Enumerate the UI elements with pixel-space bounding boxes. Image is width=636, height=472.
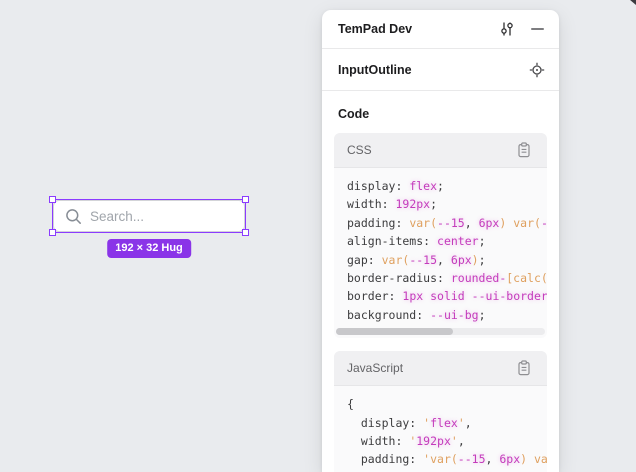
js-card-label: JavaScript — [347, 361, 514, 375]
css-copy-button[interactable] — [514, 140, 534, 160]
code-line: width: '192px', — [347, 432, 547, 450]
js-code-card: JavaScript { display: 'flex', width: '19… — [334, 351, 547, 472]
panel-header[interactable]: TemPad Dev — [322, 10, 559, 49]
component-name: InputOutline — [338, 63, 527, 77]
js-copy-button[interactable] — [514, 358, 534, 378]
locate-button[interactable] — [527, 60, 547, 80]
selection-handle-bottom-right[interactable] — [242, 229, 249, 236]
code-line: border-radius: rounded-[calc(v — [347, 269, 547, 287]
sliders-icon — [499, 21, 515, 37]
search-input-component[interactable]: Search... 192 × 32 Hug — [53, 200, 245, 232]
js-code-body: { display: 'flex', width: '192px', paddi… — [334, 386, 547, 472]
crosshair-icon — [529, 62, 545, 78]
search-input[interactable]: Search... — [53, 200, 245, 232]
code-line: align-items: center; — [347, 232, 547, 250]
selection-handle-bottom-left[interactable] — [49, 229, 56, 236]
code-section-title: Code — [338, 107, 543, 121]
figma-canvas[interactable]: Search... 192 × 32 Hug TemPad Dev — [0, 0, 636, 472]
code-line: { — [347, 395, 547, 413]
tempad-dev-panel: TemPad Dev InputOutline — [322, 10, 559, 472]
code-line: display: 'flex', — [347, 414, 547, 432]
size-badge: 192 × 32 Hug — [107, 239, 191, 258]
css-code-body: display: flex;width: 192px;padding: var(… — [334, 168, 547, 324]
code-line: padding: 'var(--15, 6px) var — [347, 450, 547, 468]
selected-component-row: InputOutline — [322, 49, 559, 91]
css-card-label: CSS — [347, 143, 514, 157]
minus-icon — [531, 28, 544, 30]
code-line: border: 1px solid --ui-border- — [347, 287, 547, 305]
code-line: padding: var(--15, 6px) var(-- — [347, 214, 547, 232]
css-horizontal-scrollbar[interactable] — [336, 328, 545, 335]
selection-handle-top-left[interactable] — [49, 196, 56, 203]
js-card-header: JavaScript — [334, 351, 547, 386]
settings-button[interactable] — [497, 19, 517, 39]
code-section: Code CSS display: flex;width: 192px;padd… — [322, 91, 559, 472]
clipboard-icon — [517, 142, 531, 158]
code-line: gap: var(--15, 6px); — [347, 251, 547, 269]
css-code-card: CSS display: flex;width: 192px;padding: … — [334, 133, 547, 338]
code-line: display: flex; — [347, 177, 547, 195]
code-line: width: 192px; — [347, 195, 547, 213]
magnifier-icon — [65, 208, 82, 225]
minimize-button[interactable] — [527, 19, 547, 39]
search-placeholder: Search... — [90, 209, 144, 224]
css-card-header: CSS — [334, 133, 547, 168]
cursor-fragment — [629, 0, 636, 5]
clipboard-icon — [517, 360, 531, 376]
panel-title: TemPad Dev — [338, 22, 497, 36]
code-line: background: --ui-bg; — [347, 306, 547, 324]
selection-handle-top-right[interactable] — [242, 196, 249, 203]
css-scrollbar-thumb[interactable] — [336, 328, 453, 335]
